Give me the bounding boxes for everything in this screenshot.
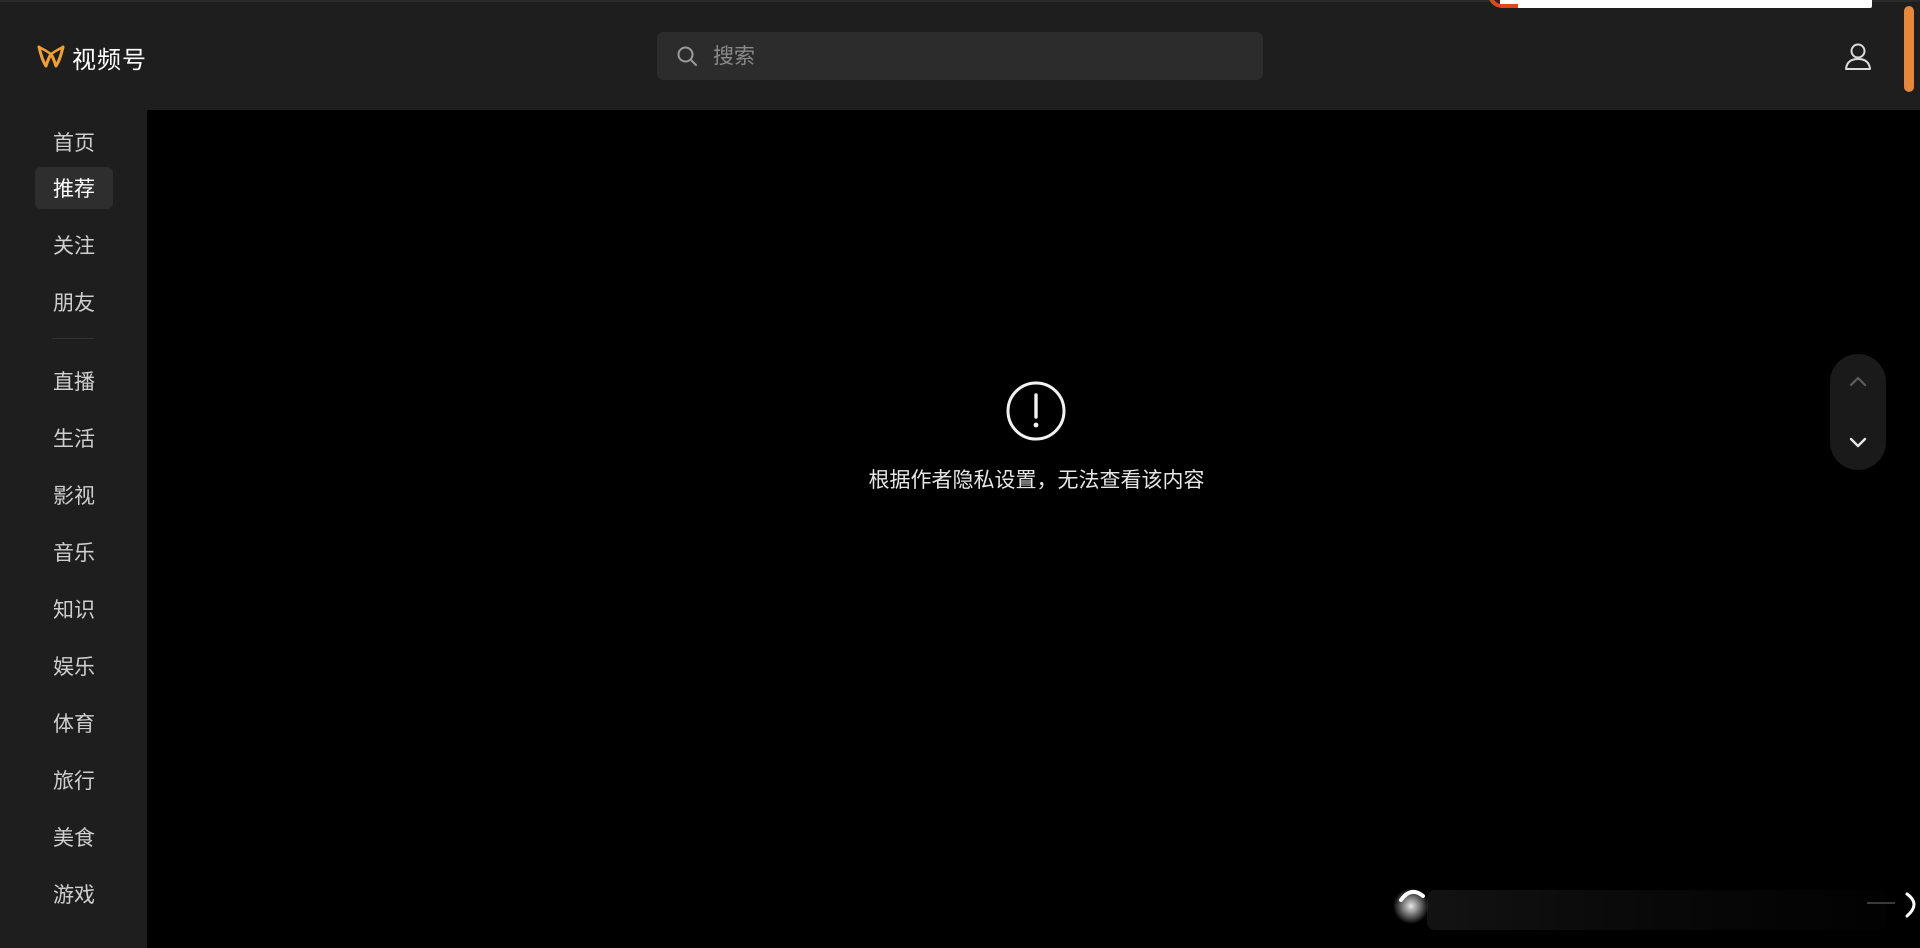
sidebar-item-friends[interactable]: 朋友: [35, 281, 113, 323]
sidebar-item-recommended[interactable]: 推荐: [35, 167, 113, 209]
loading-overlay: [1393, 888, 1916, 930]
sidebar-item-following[interactable]: 关注: [35, 224, 113, 266]
sidebar-item-music[interactable]: 音乐: [35, 531, 113, 573]
user-icon[interactable]: [1842, 40, 1874, 72]
sidebar-item-knowledge[interactable]: 知识: [35, 588, 113, 630]
channels-logo-icon: [37, 45, 65, 68]
sidebar-item-film[interactable]: 影视: [35, 474, 113, 516]
sidebar-item-life[interactable]: 生活: [35, 417, 113, 459]
video-feed-area: 根据作者隐私设置，无法查看该内容: [147, 110, 1920, 948]
search-bar[interactable]: [657, 32, 1263, 80]
sidebar-item-food[interactable]: 美食: [35, 816, 113, 858]
sidebar-item-entertainment[interactable]: 娱乐: [35, 645, 113, 687]
app-logo[interactable]: 视频号: [36, 40, 147, 74]
sidebar-item-live[interactable]: 直播: [35, 360, 113, 402]
search-icon: [677, 46, 697, 66]
exclamation-circle-icon: [1006, 381, 1065, 441]
chevron-down-icon[interactable]: [1846, 430, 1870, 454]
search-input[interactable]: [713, 32, 1263, 80]
app-name: 视频号: [72, 45, 147, 74]
privacy-message: 根据作者隐私设置，无法查看该内容: [868, 468, 1205, 492]
sidebar-item-sports[interactable]: 体育: [35, 702, 113, 744]
sidebar-item-home[interactable]: 首页: [35, 121, 113, 163]
video-switch-control: [1830, 354, 1886, 470]
chevron-up-icon[interactable]: [1846, 370, 1870, 394]
app-root: 视频号 首页 推荐 关注 朋友 直播 生活 影视 音乐 知识 娱乐 体育 旅行: [0, 0, 1920, 948]
sidebar-item-games[interactable]: 游戏: [35, 873, 113, 915]
sidebar-divider: [52, 338, 94, 339]
privacy-notice: 根据作者隐私设置，无法查看该内容: [147, 380, 1920, 494]
scrollbar-thumb[interactable]: [1904, 6, 1914, 92]
top-bar: 视频号: [0, 0, 1920, 110]
sidebar-nav: 首页 推荐 关注 朋友 直播 生活 影视 音乐 知识 娱乐 体育 旅行 美食 游…: [0, 110, 147, 948]
popup-edge: [1488, 0, 1872, 8]
sidebar-item-travel[interactable]: 旅行: [35, 759, 113, 801]
